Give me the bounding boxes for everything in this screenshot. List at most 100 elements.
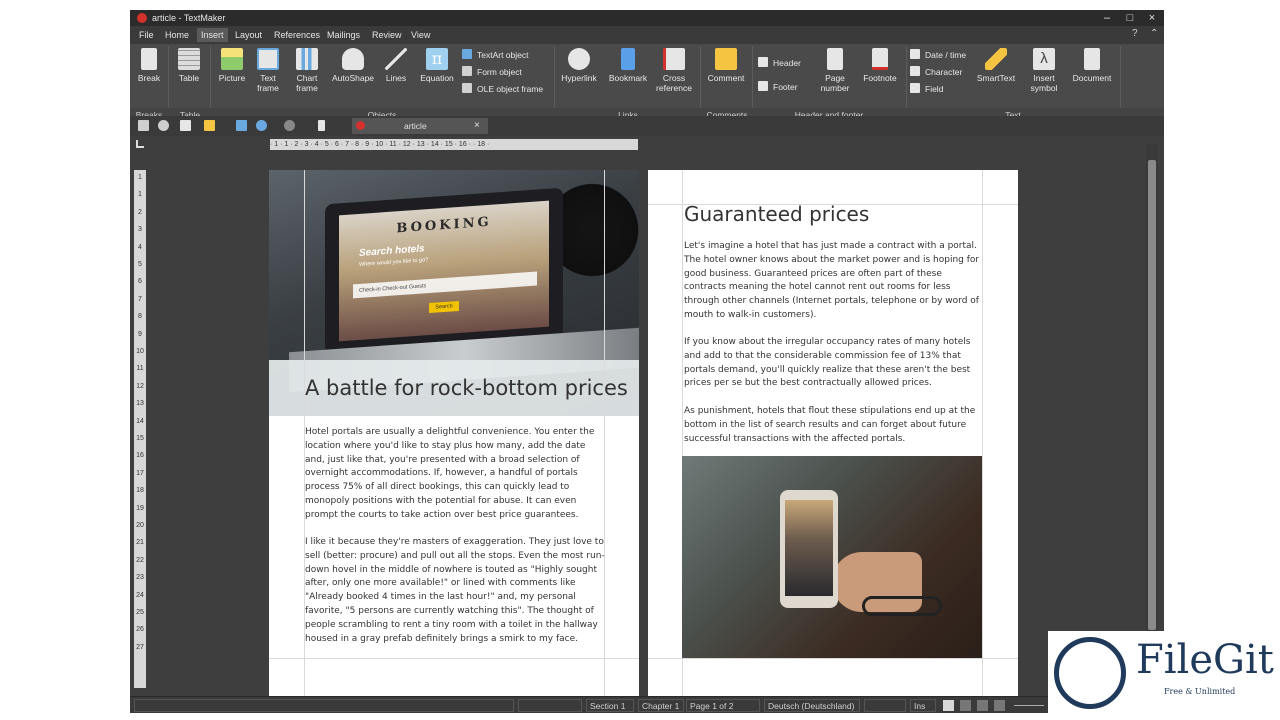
status-section: Section 1 — [586, 699, 634, 712]
minimize-button[interactable]: – — [1096, 10, 1118, 26]
status-insert-mode[interactable]: Ins — [910, 699, 936, 712]
ole-frame-button[interactable]: OLE object frame — [462, 82, 543, 96]
chart-frame-button[interactable]: Chart frame — [290, 48, 324, 93]
ribbon-insert: Break Table Picture Text frame Chart fra… — [130, 44, 1164, 116]
form-object-button[interactable]: Form object — [462, 65, 522, 79]
character-label: Character — [925, 67, 963, 77]
text-frame-button[interactable]: Text frame — [254, 48, 282, 93]
collapse-ribbon-button[interactable]: ⌃ — [1150, 28, 1158, 39]
document-button[interactable]: Document — [1068, 48, 1116, 83]
footnote-button[interactable]: Footnote — [860, 48, 900, 83]
menu-view[interactable]: View — [407, 28, 434, 42]
document-area: · 1 · 1 · 2 · 3 · 4 · 5 · 6 · 7 · 8 · 9 … — [130, 136, 1164, 696]
photo-search-bar: Check-in Check-out Guests — [353, 271, 537, 299]
lambda-icon: λ — [1033, 48, 1055, 70]
redo-icon[interactable] — [284, 120, 295, 131]
menu-layout[interactable]: Layout — [231, 28, 266, 42]
document-icon — [1084, 48, 1100, 70]
ruler-number: 8 — [138, 313, 142, 321]
picture-button[interactable]: Picture — [216, 48, 248, 83]
view-normal-icon[interactable] — [943, 700, 954, 711]
menu-file[interactable]: File — [135, 28, 158, 42]
open-folder-icon[interactable] — [204, 120, 215, 131]
window-title: article - TextMaker — [152, 13, 226, 23]
document-tab-close-icon[interactable]: × — [474, 118, 480, 134]
watermark-brand: FileGit — [1136, 637, 1274, 683]
hand-icon[interactable] — [158, 120, 169, 131]
hamburger-menu-icon[interactable] — [138, 120, 149, 131]
ruler-ticks: · 1 · 1 · 2 · 3 · 4 · 5 · 6 · 7 · 8 · 9 … — [270, 141, 490, 148]
ruler-number: 25 — [136, 609, 144, 616]
header-button[interactable]: Header — [758, 56, 801, 70]
app-logo-icon — [137, 13, 147, 23]
footnote-label: Footnote — [863, 73, 897, 83]
date-time-button[interactable]: Date / time — [910, 48, 966, 62]
menu-mailings[interactable]: Mailings — [323, 28, 364, 42]
ruler-number: 24 — [136, 591, 144, 599]
help-button[interactable]: ? — [1132, 28, 1138, 39]
vertical-scrollbar[interactable] — [1146, 144, 1158, 696]
document-tab[interactable]: article × — [352, 118, 488, 134]
header-icon — [758, 57, 768, 67]
bookmark-icon — [621, 48, 635, 70]
menu-home[interactable]: Home — [161, 28, 193, 42]
save-icon[interactable] — [236, 120, 247, 131]
break-button[interactable]: Break — [134, 48, 164, 83]
lines-button[interactable]: Lines — [382, 48, 410, 83]
smarttext-button[interactable]: SmartText — [974, 48, 1018, 83]
ruler-number: 7 — [138, 295, 142, 303]
group-separator — [210, 46, 211, 116]
ruler-number: 22 — [136, 556, 144, 564]
footnote-icon — [872, 48, 888, 70]
vertical-ruler[interactable]: 1 1 2 3 4 5 6 7 8 9 10 11 12 13 14 15 16 17 18 19 20 21 22 23 24… — [134, 170, 146, 688]
undo-icon[interactable] — [256, 120, 267, 131]
break-label: Break — [137, 73, 161, 83]
status-language[interactable]: Deutsch (Deutschland) — [764, 699, 860, 712]
page-1[interactable]: BOOKING Search hotels Where would you li… — [269, 170, 639, 696]
tab-stop-selector-icon[interactable] — [136, 140, 144, 148]
maximize-button[interactable]: □ — [1119, 10, 1141, 26]
status-empty — [864, 699, 906, 712]
textart-button[interactable]: TextArt object — [462, 48, 529, 62]
page-number-label: Page number — [820, 73, 850, 93]
view-outline-icon[interactable] — [960, 700, 971, 711]
character-button[interactable]: Character — [910, 65, 962, 79]
equation-button[interactable]: π Equation — [418, 48, 456, 83]
ruler-number: 27 — [136, 643, 144, 651]
field-icon — [910, 83, 920, 93]
insert-symbol-button[interactable]: λ Insert symbol — [1024, 48, 1064, 93]
close-button[interactable]: × — [1141, 10, 1163, 26]
pointer-icon[interactable] — [318, 120, 325, 131]
zoom-slider[interactable] — [1014, 705, 1044, 706]
field-button[interactable]: Field — [910, 82, 943, 96]
comment-button[interactable]: Comment — [704, 48, 748, 83]
menu-review[interactable]: Review — [368, 28, 406, 42]
photo-search-button: Search — [429, 300, 459, 314]
title-bar: article - TextMaker – □ × — [130, 10, 1164, 26]
view-page-icon[interactable] — [977, 700, 988, 711]
picture-icon — [221, 48, 243, 70]
scrollbar-thumb[interactable] — [1148, 160, 1156, 630]
footer-button[interactable]: Footer — [758, 80, 798, 94]
lamp-shape — [561, 170, 639, 290]
menu-references[interactable]: References — [270, 28, 324, 42]
hyperlink-icon — [568, 48, 590, 70]
filegit-logo-icon — [1054, 637, 1126, 709]
view-master-icon[interactable] — [994, 700, 1005, 711]
new-document-icon[interactable] — [180, 120, 191, 131]
hyperlink-button[interactable]: Hyperlink — [558, 48, 600, 83]
horizontal-ruler[interactable]: · 1 · 1 · 2 · 3 · 4 · 5 · 6 · 7 · 8 · 9 … — [270, 139, 638, 150]
status-page[interactable]: Page 1 of 2 — [686, 699, 760, 712]
form-object-icon — [462, 66, 472, 76]
glasses-shape — [862, 596, 942, 616]
cross-reference-button[interactable]: Cross reference — [654, 48, 694, 93]
page-2[interactable]: Guaranteed prices Let's imagine a hotel … — [648, 170, 1018, 696]
comment-label: Comment — [707, 73, 745, 83]
ruler-number: 19 — [136, 504, 144, 512]
table-button[interactable]: Table — [174, 48, 204, 83]
autoshape-button[interactable]: AutoShape — [330, 48, 376, 83]
form-object-label: Form object — [477, 67, 522, 77]
bookmark-button[interactable]: Bookmark — [606, 48, 650, 83]
menu-insert[interactable]: Insert — [197, 28, 228, 42]
page-number-button[interactable]: Page number — [818, 48, 852, 93]
